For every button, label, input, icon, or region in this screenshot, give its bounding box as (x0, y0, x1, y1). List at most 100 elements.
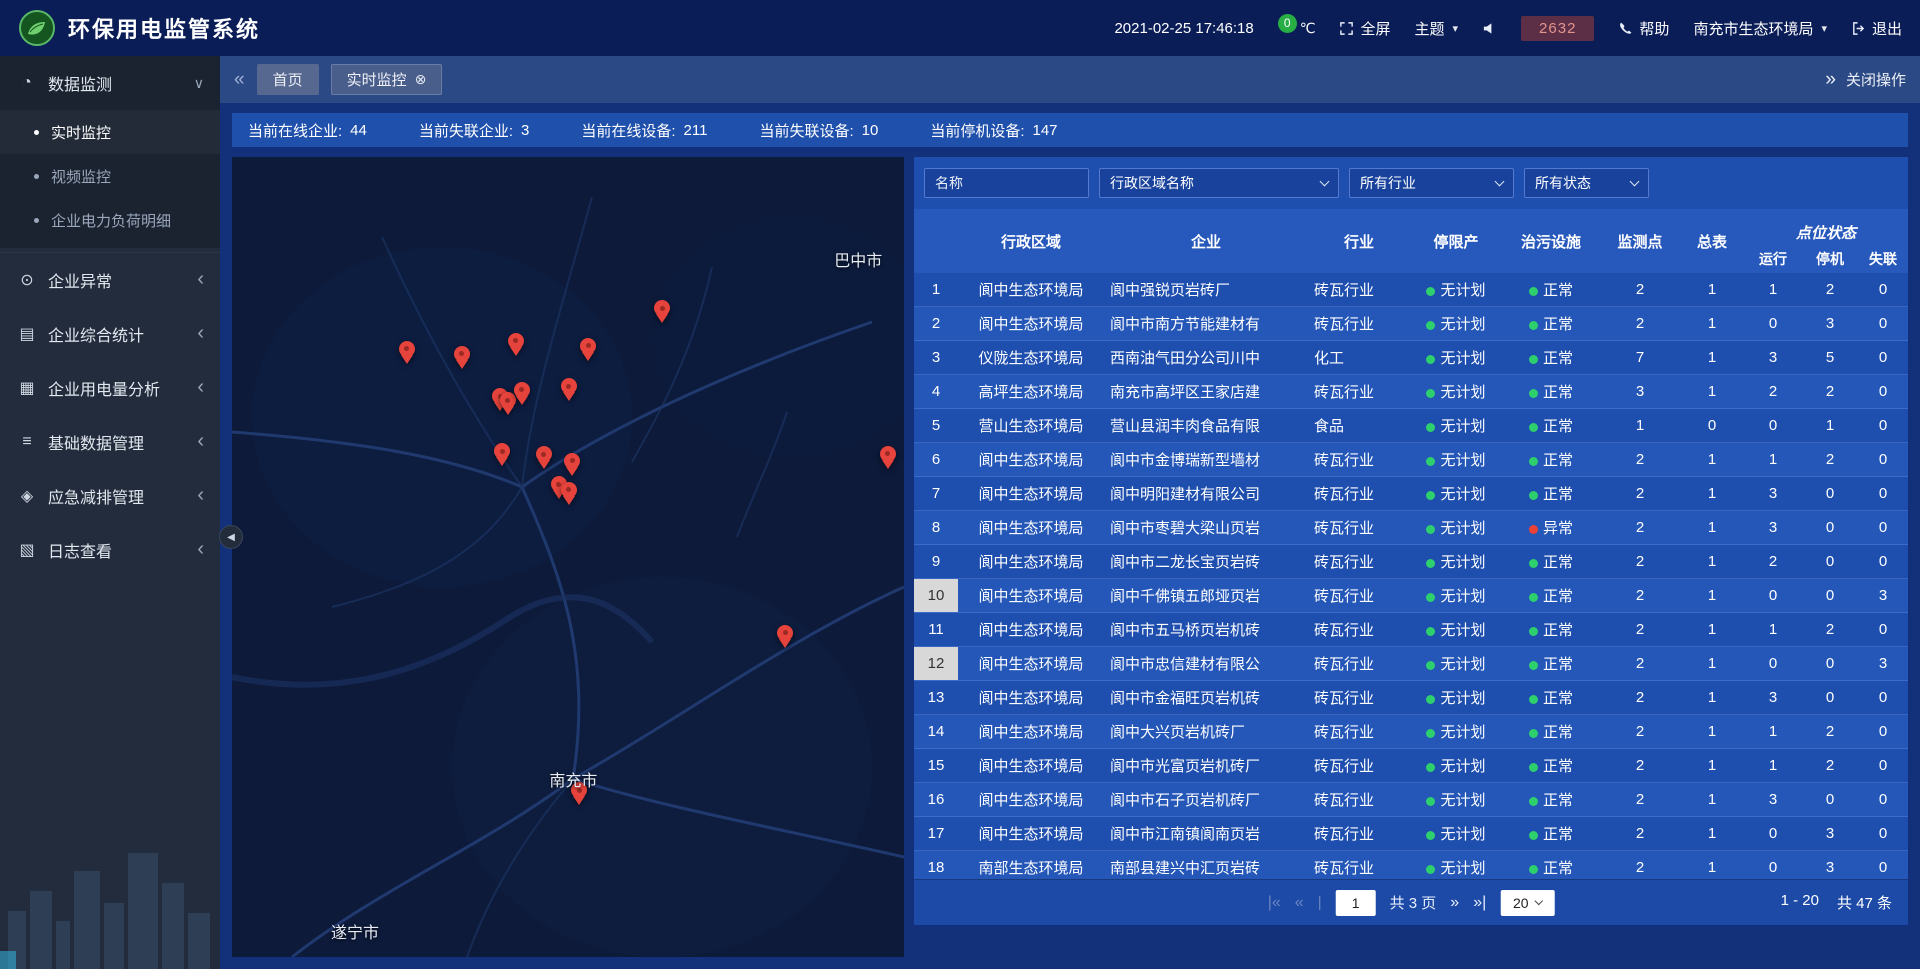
row-index: 10 (914, 579, 958, 612)
tabs-scroll-right-icon[interactable] (1825, 69, 1836, 91)
close-operations-button[interactable]: 关闭操作 (1846, 69, 1906, 90)
cell-stopped: 1 (1802, 417, 1858, 434)
sidebar-group[interactable]: ≡ 基础数据管理 (0, 415, 220, 469)
sound-toggle-button[interactable] (1482, 21, 1497, 36)
sidebar-group-data-monitor[interactable]: ◔ 数据监测 (0, 56, 220, 110)
help-button[interactable]: 帮助 (1618, 18, 1669, 39)
cell-meters: 1 (1680, 315, 1744, 332)
table-row[interactable]: 2 阆中生态环境局 阆中市南方节能建材有 砖瓦行业 无计划 正常 2 1 0 3 (914, 307, 1908, 341)
cell-points: 2 (1600, 621, 1680, 638)
cell-running: 0 (1744, 825, 1802, 842)
org-dropdown[interactable]: 南充市生态环境局 (1693, 18, 1827, 39)
cell-company: 阆中强锐页岩砖厂 (1104, 279, 1308, 300)
cell-points: 2 (1600, 519, 1680, 536)
facility-status-dot (1529, 865, 1538, 874)
facility-status-dot (1529, 491, 1538, 500)
status-dot-green (1426, 389, 1435, 398)
table-row[interactable]: 17 阆中生态环境局 阆中市江南镇阆南页岩 砖瓦行业 无计划 正常 2 1 0 … (914, 817, 1908, 851)
collapse-panel-button[interactable] (219, 525, 243, 549)
cell-region: 阆中生态环境局 (958, 449, 1104, 470)
sidebar-group[interactable]: ▦ 企业用电量分析 (0, 361, 220, 415)
tabs-scroll-left-icon[interactable] (234, 69, 245, 91)
cell-limit: 无计划 (1410, 279, 1502, 300)
page-size-select[interactable]: 20 (1500, 890, 1554, 916)
industry-select[interactable]: 所有行业 (1349, 168, 1514, 198)
facility-status-dot (1529, 321, 1538, 330)
cell-points: 2 (1600, 689, 1680, 706)
pagination-controls: | 共 3 页 20 (1268, 890, 1555, 916)
cell-meters: 1 (1680, 689, 1744, 706)
tab-home[interactable]: 首页 (257, 64, 319, 95)
close-tab-icon[interactable] (415, 71, 427, 88)
first-page-icon[interactable] (1268, 894, 1281, 912)
cell-facility: 正常 (1502, 415, 1600, 436)
cell-company: 阆中千佛镇五郎垭页岩 (1104, 585, 1308, 606)
sidebar-subitem[interactable]: 企业电力负荷明细 (0, 198, 220, 242)
sidebar-subitem[interactable]: 视频监控 (0, 154, 220, 198)
region-select[interactable]: 行政区域名称 (1099, 168, 1339, 198)
last-page-icon[interactable] (1473, 894, 1486, 912)
cell-facility: 正常 (1502, 483, 1600, 504)
table-row[interactable]: 6 阆中生态环境局 阆中市金博瑞新型墙材 砖瓦行业 无计划 正常 2 1 1 2 (914, 443, 1908, 477)
table-row[interactable]: 7 阆中生态环境局 阆中明阳建材有限公司 砖瓦行业 无计划 正常 2 1 3 0 (914, 477, 1908, 511)
table-row[interactable]: 9 阆中生态环境局 阆中市二龙长宝页岩砖 砖瓦行业 无计划 正常 2 1 2 0 (914, 545, 1908, 579)
theme-dropdown[interactable]: 主题 (1415, 18, 1459, 39)
content-area: 首页 实时监控 关闭操作 当前在线企业: 44 (220, 56, 1920, 969)
table-row[interactable]: 1 阆中生态环境局 阆中强锐页岩砖厂 砖瓦行业 无计划 正常 2 1 1 2 0 (914, 273, 1908, 307)
name-search-input[interactable] (924, 168, 1089, 198)
cell-stopped: 2 (1802, 451, 1858, 468)
stat-item: 当前失联企业: 3 (419, 120, 530, 141)
table-row[interactable]: 16 阆中生态环境局 阆中市石子页岩机砖厂 砖瓦行业 无计划 正常 2 1 3 … (914, 783, 1908, 817)
cell-region: 阆中生态环境局 (958, 619, 1104, 640)
sidebar-group[interactable]: ⊙ 企业异常 (0, 253, 220, 307)
alarm-count-badge[interactable]: 2632 (1521, 16, 1594, 41)
table-row[interactable]: 8 阆中生态环境局 阆中市枣碧大梁山页岩 砖瓦行业 无计划 异常 2 1 3 0 (914, 511, 1908, 545)
table-row[interactable]: 13 阆中生态环境局 阆中市金福旺页岩机砖 砖瓦行业 无计划 正常 2 1 3 … (914, 681, 1908, 715)
cell-region: 阆中生态环境局 (958, 517, 1104, 538)
previous-page-icon[interactable] (1295, 894, 1304, 912)
stat-item: 当前停机设备: 147 (930, 120, 1057, 141)
cell-offline: 3 (1858, 587, 1908, 604)
sidebar-group[interactable]: ▧ 日志查看 (0, 523, 220, 577)
cell-offline: 0 (1858, 689, 1908, 706)
sidebar-subitem[interactable]: 实时监控 (0, 110, 220, 154)
row-index: 15 (914, 749, 958, 782)
fullscreen-button[interactable]: 全屏 (1339, 18, 1390, 39)
cell-running: 1 (1744, 281, 1802, 298)
status-select[interactable]: 所有状态 (1524, 168, 1649, 198)
next-page-icon[interactable] (1450, 894, 1459, 912)
cell-region: 阆中生态环境局 (958, 279, 1104, 300)
map-panel: 巴中市 南充市 遂宁市 (232, 157, 904, 957)
cell-points: 2 (1600, 791, 1680, 808)
sidebar-group[interactable]: ▤ 企业综合统计 (0, 307, 220, 361)
logout-button[interactable]: 退出 (1851, 18, 1902, 39)
table-row[interactable]: 10 阆中生态环境局 阆中千佛镇五郎垭页岩 砖瓦行业 无计划 正常 2 1 0 … (914, 579, 1908, 613)
table-row[interactable]: 11 阆中生态环境局 阆中市五马桥页岩机砖 砖瓦行业 无计划 正常 2 1 1 … (914, 613, 1908, 647)
city-skyline-decoration (0, 819, 220, 969)
cell-industry: 砖瓦行业 (1308, 619, 1410, 640)
table-row[interactable]: 12 阆中生态环境局 阆中市忠信建材有限公 砖瓦行业 无计划 正常 2 1 0 … (914, 647, 1908, 681)
bullet-icon (34, 130, 39, 135)
table-row[interactable]: 15 阆中生态环境局 阆中市光富页岩机砖厂 砖瓦行业 无计划 正常 2 1 1 … (914, 749, 1908, 783)
cell-limit: 无计划 (1410, 653, 1502, 674)
cell-stopped: 0 (1802, 689, 1858, 706)
tab-realtime-monitor[interactable]: 实时监控 (331, 64, 443, 95)
cell-offline: 0 (1858, 859, 1908, 876)
city-label: 遂宁市 (331, 919, 379, 943)
cell-running: 3 (1744, 689, 1802, 706)
gauge-icon: ◔ (16, 74, 38, 92)
status-dot-green (1426, 763, 1435, 772)
row-index: 8 (914, 511, 958, 544)
table-row[interactable]: 5 营山生态环境局 营山县润丰肉食品有限 食品 无计划 正常 1 0 0 1 0 (914, 409, 1908, 443)
alert-circle-icon: ⊙ (16, 270, 38, 290)
sidebar-group[interactable]: ◈ 应急减排管理 (0, 469, 220, 523)
cell-limit: 无计划 (1410, 381, 1502, 402)
temperature-badge: 0 (1278, 14, 1297, 33)
table-row[interactable]: 3 仪陇生态环境局 西南油气田分公司川中 化工 无计划 正常 7 1 3 5 0 (914, 341, 1908, 375)
page-number-input[interactable] (1336, 890, 1376, 916)
table-row[interactable]: 14 阆中生态环境局 阆中大兴页岩机砖厂 砖瓦行业 无计划 正常 2 1 1 2 (914, 715, 1908, 749)
cell-company: 阆中市南方节能建材有 (1104, 313, 1308, 334)
table-row[interactable]: 18 南部生态环境局 南部县建兴中汇页岩砖 砖瓦行业 无计划 正常 2 1 0 … (914, 851, 1908, 879)
table-row[interactable]: 4 高坪生态环境局 南充市高坪区王家店建 砖瓦行业 无计划 正常 3 1 2 2 (914, 375, 1908, 409)
status-dot-green (1426, 321, 1435, 330)
